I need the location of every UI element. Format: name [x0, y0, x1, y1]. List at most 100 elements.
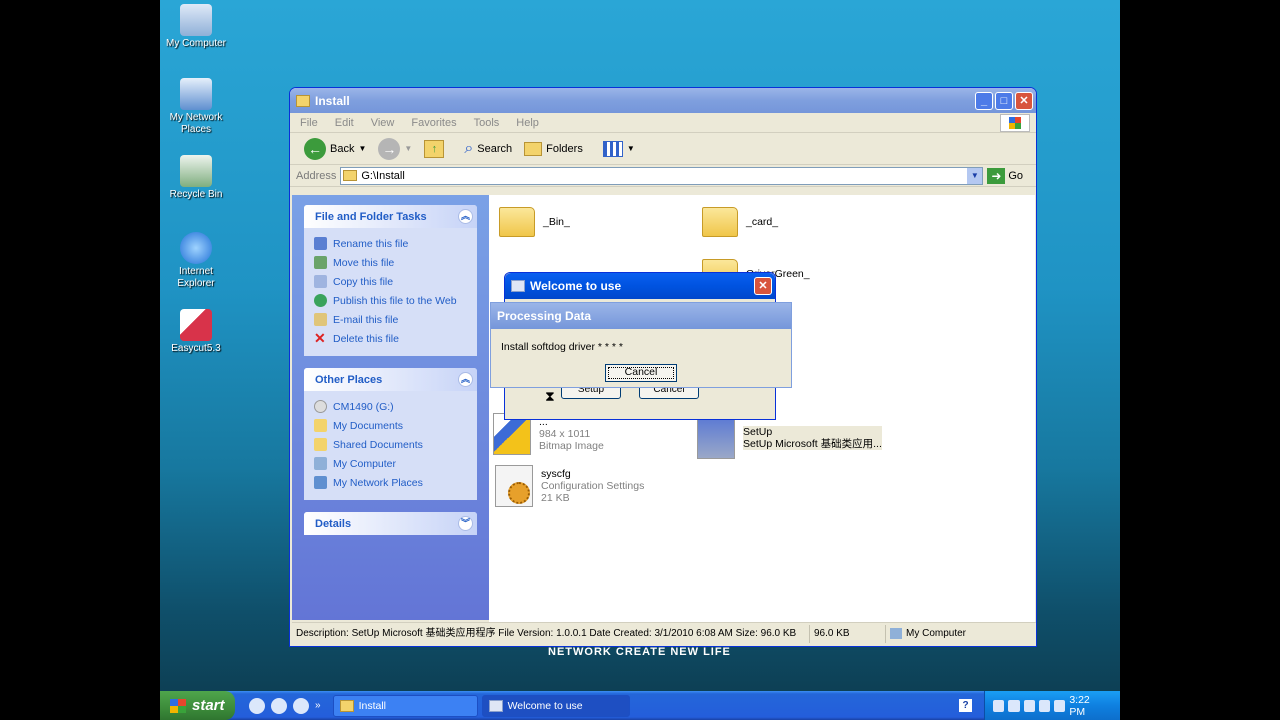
- collapse-icon[interactable]: ︽: [458, 209, 473, 224]
- delete-icon: ✕: [314, 330, 326, 346]
- task-delete[interactable]: ✕ Delete this file: [314, 329, 467, 348]
- place-label: CM1490 (G:): [333, 400, 394, 413]
- recycle-bin-icon: [180, 155, 212, 187]
- expand-icon[interactable]: ︾: [458, 516, 473, 531]
- internet-explorer-icon[interactable]: [249, 697, 265, 714]
- toolbar: ← Back ▼ → ▼ ↑ ⌕ Search Folders ▼: [290, 133, 1036, 165]
- close-button[interactable]: ✕: [754, 277, 772, 295]
- file-type: Bitmap Image: [539, 440, 604, 452]
- chevron-down-icon: ▼: [626, 144, 635, 153]
- desktop-icon-internet-explorer[interactable]: Internet Explorer: [160, 232, 232, 290]
- menu-favorites[interactable]: Favorites: [411, 117, 456, 129]
- processing-titlebar[interactable]: Processing Data: [491, 303, 791, 329]
- installer-icon: [488, 699, 503, 712]
- address-input[interactable]: G:\Install ▼: [340, 166, 984, 185]
- search-icon: ⌕: [464, 139, 474, 157]
- welcome-titlebar[interactable]: Welcome to use ✕: [505, 273, 775, 299]
- search-button[interactable]: ⌕ Search: [460, 138, 516, 160]
- menu-file[interactable]: File: [300, 117, 318, 129]
- go-button[interactable]: ➜ Go: [987, 167, 1023, 184]
- place-my-computer[interactable]: My Computer: [314, 454, 467, 473]
- desktop-icon-label: Easycut5.3: [171, 343, 221, 354]
- search-label: Search: [477, 142, 513, 155]
- menu-edit[interactable]: Edit: [335, 117, 354, 129]
- task-label: Welcome to use: [507, 699, 583, 712]
- taskbar-item-install[interactable]: Install: [332, 694, 478, 717]
- menu-view[interactable]: View: [371, 117, 395, 129]
- file-name: _card_: [746, 216, 779, 228]
- views-icon: [602, 140, 623, 157]
- volume-icon[interactable]: [1023, 699, 1035, 712]
- panel-header[interactable]: Details ︾: [304, 512, 477, 535]
- network-icon[interactable]: [993, 699, 1005, 712]
- taskbar: start » Install Welcome to use ? 3:22 PM: [160, 691, 1120, 720]
- task-publish[interactable]: Publish this file to the Web: [314, 291, 467, 310]
- panel-header[interactable]: Other Places ︽: [304, 368, 477, 391]
- window-title: Install: [315, 93, 350, 108]
- address-value: G:\Install: [361, 169, 405, 182]
- file-item-bin[interactable]: _Bin_: [499, 207, 570, 237]
- desktop-icon-my-computer[interactable]: My Computer: [160, 4, 232, 50]
- menu-bar: File Edit View Favorites Tools Help: [290, 113, 1036, 133]
- task-label: Rename this file: [333, 237, 409, 250]
- taskbar-item-welcome[interactable]: Welcome to use: [481, 694, 630, 717]
- place-cd-drive[interactable]: CM1490 (G:): [314, 397, 467, 416]
- desktop-icon[interactable]: [271, 697, 287, 714]
- folders-button[interactable]: Folders: [520, 140, 587, 158]
- place-my-documents[interactable]: My Documents: [314, 416, 467, 435]
- network-places-icon: [180, 78, 212, 110]
- cancel-button[interactable]: Cancel: [605, 364, 677, 382]
- task-move[interactable]: Move this file: [314, 253, 467, 272]
- menu-tools[interactable]: Tools: [474, 117, 500, 129]
- back-label: Back: [330, 142, 355, 155]
- internet-explorer-icon[interactable]: [293, 697, 309, 714]
- place-my-network-places[interactable]: My Network Places: [314, 473, 467, 492]
- place-label: My Network Places: [333, 476, 423, 489]
- panel-header[interactable]: File and Folder Tasks ︽: [304, 205, 477, 228]
- explorer-titlebar[interactable]: Install _ □ ✕: [290, 88, 1036, 113]
- quick-launch: »: [249, 697, 321, 714]
- minimize-button[interactable]: _: [975, 91, 993, 110]
- forward-arrow-icon: →: [378, 137, 401, 160]
- folder-up-icon: ↑: [424, 139, 445, 158]
- address-label: Address: [296, 169, 337, 182]
- chevron-down-icon[interactable]: ▼: [967, 167, 983, 184]
- help-icon[interactable]: ?: [959, 699, 972, 712]
- start-button[interactable]: start: [160, 691, 235, 720]
- security-icon[interactable]: [1008, 699, 1020, 712]
- desktop-icon-my-network-places[interactable]: My Network Places: [160, 78, 232, 136]
- file-item-setup[interactable]: SetUp SetUp Microsoft 基础类应用...: [697, 417, 882, 459]
- dialog-title: Processing Data: [497, 309, 592, 323]
- desktop-icon-recycle-bin[interactable]: Recycle Bin: [160, 155, 232, 201]
- input-method-icon[interactable]: [1054, 699, 1066, 712]
- status-location: My Computer: [886, 625, 1036, 643]
- up-button[interactable]: ↑: [420, 138, 448, 160]
- menu-help[interactable]: Help: [516, 117, 539, 129]
- views-button[interactable]: ▼: [599, 139, 639, 159]
- forward-button[interactable]: → ▼: [374, 136, 416, 162]
- my-computer-icon: [180, 4, 212, 36]
- back-button[interactable]: ← Back ▼: [300, 136, 370, 162]
- task-rename[interactable]: Rename this file: [314, 234, 467, 253]
- file-dimensions: 984 x 1011: [539, 428, 591, 440]
- computer-icon: [890, 628, 902, 639]
- task-copy[interactable]: Copy this file: [314, 272, 467, 291]
- maximize-button[interactable]: □: [995, 91, 1013, 110]
- file-item-syscfg[interactable]: syscfg Configuration Settings 21 KB: [495, 465, 644, 507]
- collapse-icon[interactable]: ︽: [458, 372, 473, 387]
- task-label: Publish this file to the Web: [333, 294, 457, 307]
- usb-icon[interactable]: [1038, 699, 1051, 712]
- desktop-icon-easycut[interactable]: Easycut5.3: [160, 309, 232, 355]
- cd-drive-icon: [314, 400, 327, 413]
- chevron-down-icon: ▼: [358, 144, 367, 153]
- folder-icon: [314, 438, 327, 451]
- file-item-card[interactable]: _card_: [702, 207, 778, 237]
- windows-flag-icon: [170, 698, 186, 713]
- close-button[interactable]: ✕: [1015, 91, 1033, 110]
- folders-label: Folders: [546, 142, 583, 155]
- place-shared-documents[interactable]: Shared Documents: [314, 435, 467, 454]
- internet-explorer-icon: [180, 232, 212, 264]
- email-icon: [314, 313, 327, 326]
- task-email[interactable]: E-mail this file: [314, 310, 467, 329]
- chevron-right-icon[interactable]: »: [315, 700, 321, 711]
